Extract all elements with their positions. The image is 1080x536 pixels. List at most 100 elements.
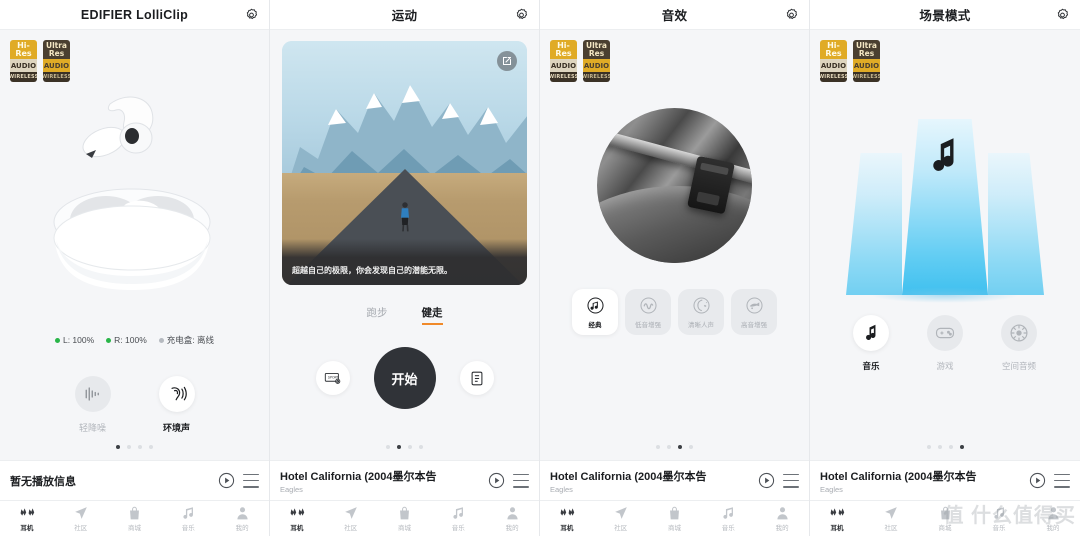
tab-community[interactable]: 社区 bbox=[54, 506, 108, 532]
shopping-bag-icon bbox=[939, 506, 952, 520]
tab-community[interactable]: 社区 bbox=[594, 506, 648, 532]
ultra-res-audio-badge: Ultra Res AUDIO WIRELESS bbox=[853, 40, 880, 82]
tab-earphones[interactable]: 耳机 bbox=[0, 506, 54, 532]
tab-music[interactable]: 音乐 bbox=[431, 506, 485, 532]
pager-dot[interactable] bbox=[116, 445, 120, 449]
status-dot bbox=[54, 337, 60, 343]
gear-icon[interactable] bbox=[784, 7, 799, 22]
pager-dot[interactable] bbox=[926, 445, 931, 449]
beam-floor-glow bbox=[870, 287, 1020, 303]
play-circle-icon[interactable] bbox=[1029, 472, 1046, 489]
sport-mode-tabs: 跑步 健走 bbox=[270, 305, 539, 325]
pager-dot[interactable] bbox=[689, 445, 693, 449]
scene-option-game[interactable]: 游戏 bbox=[927, 315, 963, 372]
records-clipboard-icon[interactable] bbox=[459, 361, 494, 395]
tab-earphones[interactable]: 耳机 bbox=[270, 506, 324, 532]
sport-controls: SPORT 开始 bbox=[270, 347, 539, 409]
pager-dot[interactable] bbox=[937, 445, 942, 449]
playlist-icon[interactable] bbox=[243, 473, 259, 488]
start-button[interactable]: 开始 bbox=[373, 347, 436, 409]
topbar: 音效 bbox=[540, 0, 809, 30]
playlist-icon[interactable] bbox=[783, 473, 799, 488]
noise-cancel-icon bbox=[74, 376, 111, 412]
eq-mode-clear-vocals[interactable]: 清晰人声 bbox=[678, 289, 724, 335]
badge-line1: Hi-Res bbox=[10, 40, 37, 60]
badge-line2: AUDIO bbox=[583, 59, 610, 72]
gear-icon[interactable] bbox=[1055, 7, 1070, 22]
anc-label: 环境声 bbox=[162, 423, 190, 433]
tab-music[interactable]: 音乐 bbox=[701, 506, 755, 532]
gear-icon[interactable] bbox=[244, 7, 259, 22]
tab-label: 社区 bbox=[74, 524, 88, 532]
pager-dots[interactable] bbox=[270, 434, 539, 460]
badge-line2: AUDIO bbox=[820, 59, 847, 72]
page-title: 场景模式 bbox=[919, 9, 971, 23]
tab-profile[interactable]: 我的 bbox=[755, 506, 809, 532]
pager-dot[interactable] bbox=[419, 445, 423, 449]
tab-profile[interactable]: 我的 bbox=[215, 506, 269, 532]
tab-music[interactable]: 音乐 bbox=[161, 506, 215, 532]
tab-label: 耳机 bbox=[830, 524, 844, 532]
scene-label: 音乐 bbox=[862, 361, 880, 371]
pager-dots[interactable] bbox=[0, 434, 269, 460]
pager-dot[interactable] bbox=[959, 445, 964, 449]
playlist-icon[interactable] bbox=[1054, 473, 1070, 488]
play-circle-icon[interactable] bbox=[488, 472, 505, 489]
sport-tab-brisk-walk[interactable]: 健走 bbox=[421, 305, 443, 325]
gear-icon[interactable] bbox=[514, 7, 529, 22]
playlist-icon[interactable] bbox=[513, 473, 529, 488]
tab-music[interactable]: 音乐 bbox=[972, 506, 1026, 532]
scene-option-spatial-audio[interactable]: 空间音频 bbox=[1001, 315, 1037, 372]
tab-store[interactable]: 商城 bbox=[378, 506, 432, 532]
hires-audio-badge: Hi-Res AUDIO WIRELESS bbox=[820, 40, 847, 82]
now-playing-text: 暂无播放信息 bbox=[10, 473, 210, 489]
music-note-icon bbox=[853, 315, 889, 351]
pager-dots[interactable] bbox=[810, 434, 1080, 460]
pager-dot[interactable] bbox=[408, 445, 412, 449]
page-title: 音效 bbox=[661, 9, 688, 23]
tab-community[interactable]: 社区 bbox=[864, 506, 918, 532]
play-circle-icon[interactable] bbox=[758, 472, 775, 489]
pager-dot[interactable] bbox=[656, 445, 660, 449]
pager-dot[interactable] bbox=[138, 445, 142, 449]
hires-badges: Hi-Res AUDIO WIRELESS Ultra Res AUDIO WI… bbox=[540, 30, 809, 82]
pager-dot[interactable] bbox=[149, 445, 153, 449]
tab-store[interactable]: 商城 bbox=[648, 506, 702, 532]
tab-earphones[interactable]: 耳机 bbox=[540, 506, 594, 532]
anc-option-ambient-sound[interactable]: 环境声 bbox=[158, 376, 195, 434]
tab-earphones[interactable]: 耳机 bbox=[810, 506, 864, 532]
tab-label: 音乐 bbox=[181, 524, 195, 532]
sport-settings-icon[interactable]: SPORT bbox=[315, 361, 350, 395]
pager-dot[interactable] bbox=[397, 445, 401, 449]
edit-icon[interactable] bbox=[497, 51, 517, 71]
pager-dot[interactable] bbox=[678, 445, 682, 449]
sport-hero-card[interactable]: 超越自己的极限，你会发现自己的潜能无限。 bbox=[282, 41, 527, 285]
earbuds-icon bbox=[559, 506, 575, 520]
tab-community[interactable]: 社区 bbox=[324, 506, 378, 532]
pager-dot[interactable] bbox=[667, 445, 671, 449]
eq-mode-row: 经典 低音增强 清晰人声 高音增强 bbox=[540, 289, 809, 335]
noise-control-row: 轻降噪 环境声 bbox=[0, 376, 269, 434]
paper-plane-icon bbox=[614, 506, 628, 520]
now-playing-artist: Eagles bbox=[280, 484, 303, 494]
tab-store[interactable]: 商城 bbox=[918, 506, 972, 532]
eq-mode-classic[interactable]: 经典 bbox=[572, 289, 618, 335]
eq-label: 经典 bbox=[588, 321, 602, 329]
badge-line1: Ultra Res bbox=[853, 40, 880, 60]
pager-dot[interactable] bbox=[386, 445, 390, 449]
play-circle-icon[interactable] bbox=[218, 472, 235, 489]
eq-mode-bass-boost[interactable]: 低音增强 bbox=[625, 289, 671, 335]
sport-tab-running[interactable]: 跑步 bbox=[367, 305, 388, 325]
pager-dots[interactable] bbox=[540, 434, 809, 460]
scene-option-music[interactable]: 音乐 bbox=[853, 315, 889, 372]
scene-artwork bbox=[810, 104, 1080, 309]
tab-store[interactable]: 商城 bbox=[108, 506, 162, 532]
tab-profile[interactable]: 我的 bbox=[485, 506, 539, 532]
anc-option-light-noise-cancel[interactable]: 轻降噪 bbox=[74, 376, 111, 434]
tab-profile[interactable]: 我的 bbox=[1026, 506, 1080, 532]
pager-dot[interactable] bbox=[948, 445, 953, 449]
panel-body: 音乐 游戏 空间音频 bbox=[810, 82, 1080, 434]
eq-mode-treble-boost[interactable]: 高音增强 bbox=[731, 289, 777, 335]
hires-audio-badge: Hi-Res AUDIO WIRELESS bbox=[550, 40, 577, 82]
pager-dot[interactable] bbox=[127, 445, 131, 449]
